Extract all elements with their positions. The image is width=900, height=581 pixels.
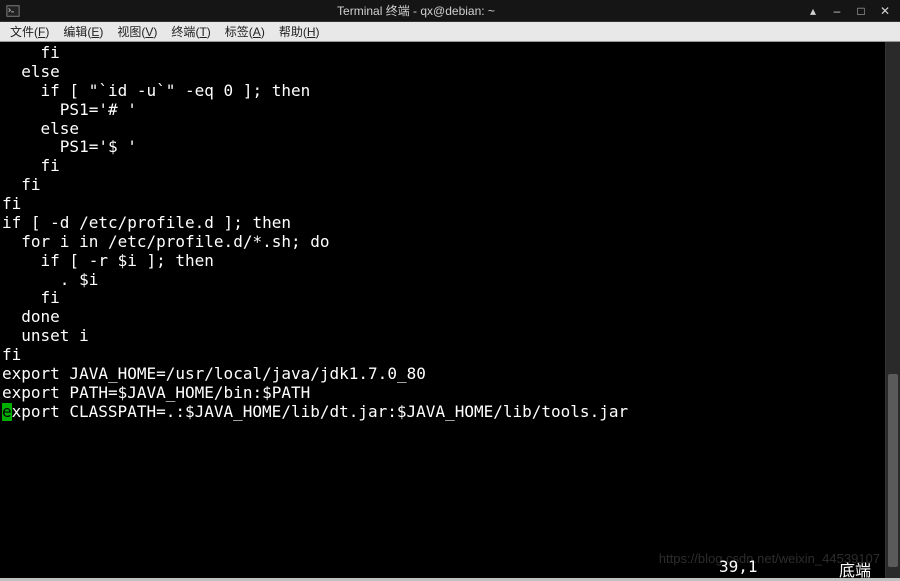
- terminal-line: fi: [2, 289, 885, 308]
- terminal-line: done: [2, 308, 885, 327]
- scrollbar[interactable]: [885, 42, 900, 578]
- terminal-line: PS1='# ': [2, 101, 885, 120]
- status-position: 39,1: [719, 557, 839, 576]
- vim-status-line: 39,1 底端: [0, 557, 885, 576]
- menu-edit[interactable]: 编辑(E): [57, 22, 109, 41]
- terminal-line: fi: [2, 176, 885, 195]
- terminal-line: fi: [2, 157, 885, 176]
- terminal-content[interactable]: fi else if [ "`id -u`" -eq 0 ]; then PS1…: [0, 42, 885, 578]
- scrollbar-thumb[interactable]: [888, 374, 898, 567]
- maximize-button[interactable]: □: [854, 4, 868, 18]
- titlebar: Terminal 终端 - qx@debian: ~ ▴ – □ ✕: [0, 0, 900, 22]
- menubar: 文件(F) 编辑(E) 视图(V) 终端(T) 标签(A) 帮助(H): [0, 22, 900, 42]
- menu-help[interactable]: 帮助(H): [273, 22, 326, 41]
- terminal-line: fi: [2, 346, 885, 365]
- menu-terminal[interactable]: 终端(T): [165, 22, 216, 41]
- terminal-line: . $i: [2, 271, 885, 290]
- terminal-line: export PATH=$JAVA_HOME/bin:$PATH: [2, 384, 885, 403]
- terminal-line: PS1='$ ': [2, 138, 885, 157]
- terminal-cursor-line: export CLASSPATH=.:$JAVA_HOME/lib/dt.jar…: [2, 403, 885, 422]
- rollup-button[interactable]: ▴: [806, 4, 820, 18]
- terminal-line: else: [2, 120, 885, 139]
- terminal-line: export JAVA_HOME=/usr/local/java/jdk1.7.…: [2, 365, 885, 384]
- terminal-line: for i in /etc/profile.d/*.sh; do: [2, 233, 885, 252]
- status-left: [0, 557, 719, 576]
- minimize-button[interactable]: –: [830, 4, 844, 18]
- terminal-area: fi else if [ "`id -u`" -eq 0 ]; then PS1…: [0, 42, 900, 578]
- terminal-line: fi: [2, 44, 885, 63]
- window-title: Terminal 终端 - qx@debian: ~: [26, 2, 806, 19]
- status-location: 底端: [839, 557, 885, 576]
- menu-tabs[interactable]: 标签(A): [219, 22, 271, 41]
- close-button[interactable]: ✕: [878, 4, 892, 18]
- terminal-line: fi: [2, 195, 885, 214]
- terminal-line: if [ "`id -u`" -eq 0 ]; then: [2, 82, 885, 101]
- menu-view[interactable]: 视图(V): [111, 22, 163, 41]
- window-controls: ▴ – □ ✕: [806, 4, 900, 18]
- terminal-app-icon: [4, 2, 22, 20]
- terminal-line: if [ -r $i ]; then: [2, 252, 885, 271]
- menu-file[interactable]: 文件(F): [4, 22, 55, 41]
- terminal-line: unset i: [2, 327, 885, 346]
- terminal-cursor: e: [2, 403, 12, 421]
- terminal-line: if [ -d /etc/profile.d ]; then: [2, 214, 885, 233]
- terminal-line: else: [2, 63, 885, 82]
